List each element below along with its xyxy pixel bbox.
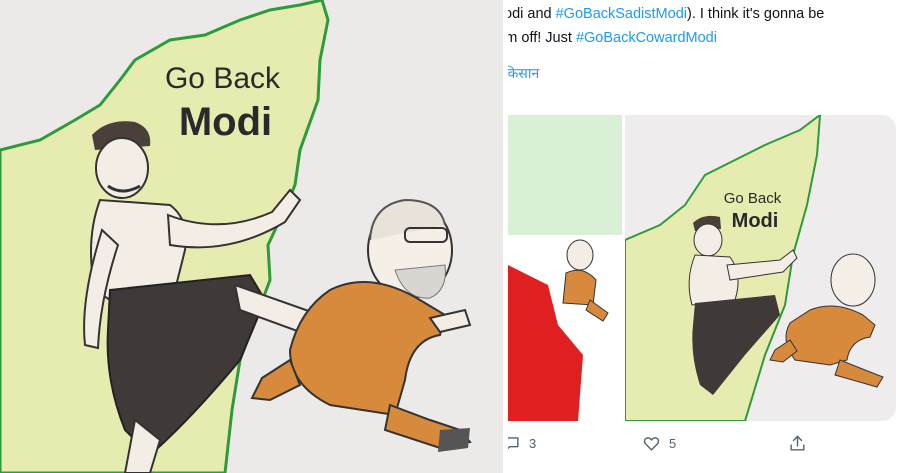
media-right-drawing: [625, 115, 884, 421]
runner-leg-back: [250, 358, 302, 402]
small-runner2-body: [785, 305, 876, 366]
hashtag-link[interactable]: #GoBackCowardModi: [576, 30, 717, 46]
runner-shoe: [438, 428, 470, 452]
tweet-body: odi and #GoBackSadistModi). I think it's…: [508, 2, 900, 50]
tweet-media[interactable]: Go Back Modi: [508, 115, 896, 421]
tweet-text-line-1: odi and #GoBackSadistModi). I think it's…: [508, 2, 896, 26]
tweet-card[interactable]: odi and #GoBackSadistModi). I think it's…: [508, 0, 900, 473]
tweet-actions: 3 5: [508, 428, 900, 458]
like-count: 5: [669, 435, 677, 451]
like-button[interactable]: 5: [642, 428, 676, 458]
media-image-left[interactable]: [508, 115, 622, 421]
hashtag-link-translated[interactable]: किसान: [508, 64, 539, 83]
hashtag-link[interactable]: #GoBackSadistModi: [556, 6, 687, 22]
tweet-text-segment: him off! Just: [508, 30, 572, 46]
small-runner2-leg: [834, 359, 884, 388]
tweet-text-segment: ). I think it's gonna be: [686, 6, 825, 22]
man-head: [95, 137, 149, 199]
media-image-right[interactable]: Go Back Modi: [625, 115, 896, 421]
drawing-caption-line1: Go Back: [164, 62, 281, 95]
small-runner-body: [562, 269, 597, 306]
reply-count: 3: [529, 435, 537, 451]
share-button[interactable]: [788, 428, 807, 458]
tweet-text-line-2: him off! Just #GoBackCowardModi: [508, 26, 886, 50]
tweet-text-segment: odi and: [508, 6, 556, 22]
runner-body: [288, 281, 447, 417]
share-icon: [790, 435, 805, 451]
media-left-drawing: [508, 115, 622, 421]
drawing-caption-line2: Modi: [178, 100, 273, 144]
reply-button[interactable]: 3: [508, 428, 536, 458]
media-caption-line2: Modi: [731, 210, 779, 232]
small-runner-head: [566, 239, 594, 271]
reply-icon: [508, 436, 519, 449]
flag-green: [508, 115, 622, 235]
small-runner2-head: [830, 253, 876, 307]
cartoon-image-large: Go Back Modi: [0, 0, 503, 473]
heart-icon: [643, 436, 660, 451]
media-caption-line1: Go Back: [723, 190, 782, 207]
